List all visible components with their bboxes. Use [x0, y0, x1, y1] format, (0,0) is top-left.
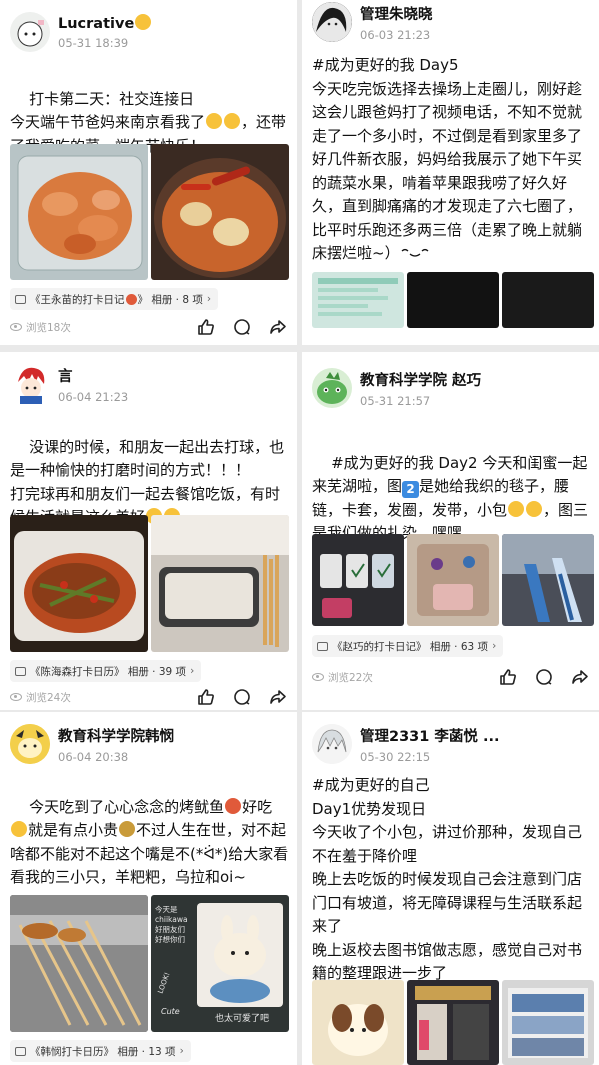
post-image-tie-dye[interactable] — [502, 534, 594, 626]
yum-emoji-icon — [11, 821, 27, 837]
post-images — [312, 980, 594, 1065]
share-icon[interactable] — [269, 688, 287, 706]
album-icon — [15, 1046, 26, 1056]
post-text: #成为更好的我 Day5 今天吃完饭选择去操场上走圈儿，刚好趁这会儿跟爸妈打了视… — [312, 56, 583, 262]
party-emoji-icon — [224, 113, 241, 129]
post-card[interactable]: Lucrative 05-31 18:39 打卡第二天：社交连接日 今天端午节爸妈… — [0, 0, 297, 345]
like-icon[interactable] — [499, 668, 517, 686]
post-image-skewers[interactable] — [10, 895, 148, 1032]
squid-emoji-icon — [225, 797, 242, 814]
post-card[interactable]: 管理朱晓晓 06-03 21:23 #成为更好的我 Day5 今天吃完饭选择去操… — [302, 0, 599, 345]
avatar[interactable] — [312, 724, 352, 764]
post-image-library[interactable] — [502, 980, 594, 1065]
user-name[interactable]: 管理朱晓晓 — [360, 3, 433, 24]
post-time: 05-30 22:15 — [360, 749, 431, 764]
post-image-stew[interactable] — [151, 144, 289, 280]
post-time: 06-04 21:23 — [58, 389, 129, 404]
post-images: 今天是 chiikawa 好朋友们 好想你们 Cute LOOK! 也太可爱了吧 — [10, 895, 289, 1032]
album-link[interactable]: 《王永苗的打卡日记》 相册 · 8 项 › — [10, 288, 219, 310]
post-card[interactable]: 教育科学学院 赵巧 05-31 21:57 #成为更好的我 Day2 今天和闺蜜… — [302, 352, 599, 710]
view-count: 浏览24次 — [10, 690, 197, 705]
avatar[interactable] — [312, 368, 352, 408]
avatar[interactable] — [10, 364, 50, 404]
post-image-dark[interactable] — [407, 272, 499, 328]
post-images — [312, 534, 594, 626]
post-card[interactable]: 教育科学学院韩悯 06-04 20:38 今天吃到了心心念念的烤鱿鱼 好吃 就是有点… — [0, 712, 297, 1065]
image-caption-text: 也太可爱了吧 — [215, 1014, 270, 1024]
album-link[interactable]: 《韩悯打卡日历》 相册 · 13 项 › — [10, 1040, 191, 1062]
smile-face-icon — [401, 248, 429, 257]
post-images — [312, 272, 594, 328]
post-image-chiikawa[interactable]: 今天是 chiikawa 好朋友们 好想你们 Cute LOOK! 也太可爱了吧 — [151, 895, 289, 1032]
post-image-shrimp[interactable] — [10, 144, 148, 280]
avatar[interactable] — [312, 2, 352, 42]
post-image-bag[interactable] — [312, 980, 404, 1065]
post-time: 05-31 21:57 — [360, 393, 431, 408]
post-time: 05-31 18:39 — [58, 36, 129, 50]
smile-emoji-icon — [135, 14, 152, 30]
share-icon[interactable] — [571, 668, 589, 686]
post-header: 言 06-04 21:23 — [10, 362, 128, 406]
user-name[interactable]: 言 — [58, 365, 128, 386]
post-footer: 浏览24次 — [10, 686, 287, 708]
post-images — [10, 515, 289, 652]
comment-icon[interactable] — [233, 688, 251, 706]
comment-icon[interactable] — [233, 318, 251, 336]
share-icon[interactable] — [269, 318, 287, 336]
album-icon — [15, 294, 26, 304]
post-card[interactable]: 管理2331 李菡悦 ... 05-30 22:15 #成为更好的自己 Day1… — [302, 712, 599, 1065]
post-images — [10, 144, 289, 280]
post-image-screenshot[interactable] — [312, 272, 404, 328]
post-footer: 浏览22次 — [312, 666, 589, 688]
post-image-knitting[interactable] — [407, 534, 499, 626]
post-text: 今天吃到了心心念念的烤鱿鱼 好吃 就是有点小贵 不过人生在世，对不起啥都不能对不起这个… — [10, 797, 289, 886]
post-image-storefront[interactable] — [407, 980, 499, 1065]
user-name[interactable]: 管理2331 李菡悦 ... — [360, 725, 499, 746]
sad-emoji-icon — [508, 500, 525, 517]
view-count: 浏览22次 — [312, 670, 499, 685]
money-bag-emoji-icon — [119, 821, 136, 837]
post-header: 教育科学学院韩悯 06-04 20:38 — [10, 722, 174, 766]
party-emoji-icon — [206, 113, 223, 129]
post-image-dark[interactable] — [502, 272, 594, 328]
number-badge: 2 — [402, 481, 420, 498]
eye-icon — [10, 693, 22, 701]
user-name[interactable]: Lucrative — [58, 14, 152, 32]
post-text: #成为更好的自己 Day1优势发现日 今天收了个小包，讲过价那种，发现自己不在羞… — [312, 776, 583, 982]
post-time: 06-03 21:23 — [360, 27, 431, 42]
comment-icon[interactable] — [535, 668, 553, 686]
user-name[interactable]: 教育科学学院韩悯 — [58, 725, 174, 746]
avatar[interactable] — [10, 12, 50, 52]
flower-emoji-icon — [125, 293, 137, 305]
post-footer: 浏览18次 — [10, 316, 287, 338]
post-header: 管理2331 李菡悦 ... 05-30 22:15 — [312, 722, 499, 766]
post-header: 教育科学学院 赵巧 05-31 21:57 — [312, 366, 481, 410]
post-image-grill[interactable] — [151, 515, 289, 652]
user-name[interactable]: 教育科学学院 赵巧 — [360, 369, 481, 390]
post-card[interactable]: 言 06-04 21:23 没课的时候，和朋友一起出去打球，也是一种愉快的打磨时… — [0, 352, 297, 710]
eye-icon — [10, 323, 22, 331]
sad-emoji-icon — [526, 500, 543, 517]
album-link[interactable]: 《陈海森打卡日历》 相册 · 39 项 › — [10, 660, 202, 682]
post-header: 管理朱晓晓 06-03 21:23 — [312, 0, 433, 44]
view-count: 浏览18次 — [10, 320, 197, 335]
post-time: 06-04 20:38 — [58, 749, 129, 764]
album-icon — [15, 666, 26, 676]
like-icon[interactable] — [197, 688, 215, 706]
post-header: Lucrative 05-31 18:39 — [10, 10, 152, 54]
post-image-fish[interactable] — [10, 515, 148, 652]
like-icon[interactable] — [197, 318, 215, 336]
album-link[interactable]: 《赵巧的打卡日记》 相册 · 63 项 › — [312, 635, 504, 657]
eye-icon — [312, 673, 324, 681]
album-icon — [317, 641, 328, 651]
post-image-phone-cases[interactable] — [312, 534, 404, 626]
avatar[interactable] — [10, 724, 50, 764]
